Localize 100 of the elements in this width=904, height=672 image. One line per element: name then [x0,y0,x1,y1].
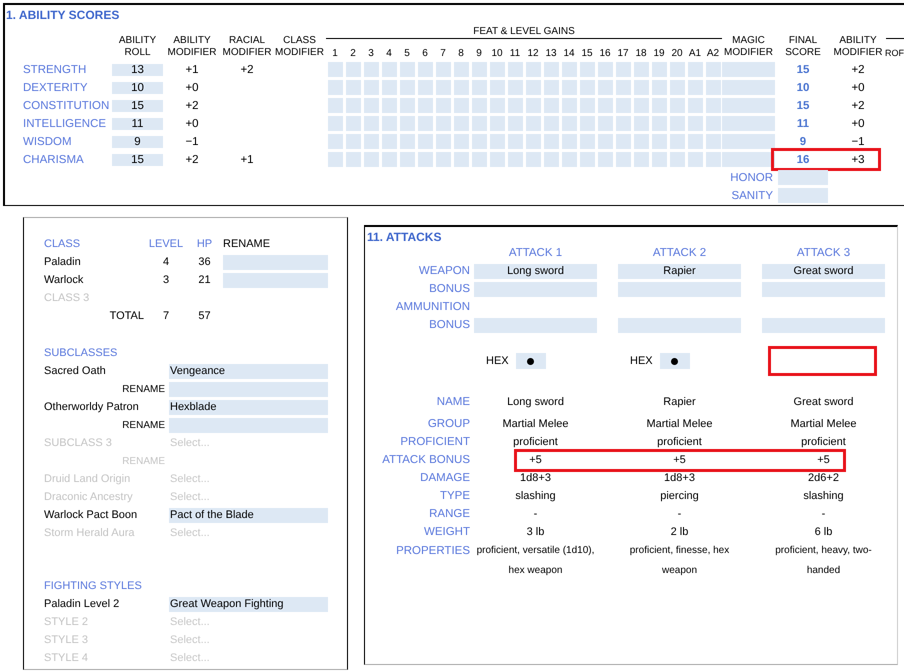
feat-cell[interactable] [454,62,469,77]
feat-cell[interactable] [562,98,577,113]
feat-cell[interactable] [436,116,451,131]
feat-cell[interactable] [544,98,559,113]
feat-cell[interactable] [670,62,685,77]
feat-cell[interactable] [490,152,505,167]
feat-cell[interactable] [580,134,595,149]
feat-cell[interactable] [472,62,487,77]
feat-cell[interactable] [400,98,415,113]
feat-cell[interactable] [346,152,361,167]
feat-cell[interactable] [580,152,595,167]
feat-cell[interactable] [382,134,397,149]
feat-cell[interactable] [544,152,559,167]
feat-cell[interactable] [346,62,361,77]
feat-cell[interactable] [634,134,649,149]
feat-cell[interactable] [634,62,649,77]
feat-cell[interactable] [652,134,667,149]
select-field[interactable]: Hexblade [169,400,328,414]
feat-cell[interactable] [652,98,667,113]
feat-cell[interactable] [490,134,505,149]
feat-cell[interactable] [616,152,631,167]
feat-cell[interactable] [580,98,595,113]
feat-cell[interactable] [364,116,379,131]
feat-cell[interactable] [598,62,613,77]
roll-field[interactable]: 10 [112,82,163,94]
input-field[interactable]: Rapier [618,264,741,278]
rename-field[interactable] [169,382,328,396]
feat-cell[interactable] [328,62,343,77]
feat-cell[interactable] [508,116,523,131]
feat-cell[interactable] [418,134,433,149]
feat-cell[interactable] [472,98,487,113]
feat-cell[interactable] [364,80,379,95]
feat-cell[interactable] [418,62,433,77]
feat-cell[interactable] [544,62,559,77]
feat-cell[interactable] [544,116,559,131]
feat-cell[interactable] [634,80,649,95]
feat-cell[interactable] [346,116,361,131]
feat-cell[interactable] [364,98,379,113]
feat-cell[interactable] [490,62,505,77]
feat-cell[interactable] [706,134,721,149]
feat-cell[interactable] [706,80,721,95]
feat-cell[interactable] [364,152,379,167]
feat-cell[interactable] [688,62,703,77]
feat-cell[interactable] [508,98,523,113]
feat-cell[interactable] [436,152,451,167]
feat-cell[interactable] [562,116,577,131]
feat-cell[interactable] [364,62,379,77]
roll-field[interactable]: 9 [112,136,163,148]
feat-cell[interactable] [616,134,631,149]
feat-cell[interactable] [544,134,559,149]
feat-cell[interactable] [688,80,703,95]
feat-cell[interactable] [328,116,343,131]
feat-cell[interactable] [598,80,613,95]
feat-cell[interactable] [472,80,487,95]
magic-field[interactable] [722,116,775,131]
feat-cell[interactable] [382,152,397,167]
roll-field[interactable]: 15 [112,154,163,166]
feat-cell[interactable] [544,80,559,95]
feat-cell[interactable] [562,134,577,149]
feat-cell[interactable] [616,62,631,77]
feat-cell[interactable] [436,62,451,77]
rename-field[interactable] [169,418,328,432]
feat-cell[interactable] [598,98,613,113]
feat-cell[interactable] [706,152,721,167]
feat-cell[interactable] [688,116,703,131]
input-field[interactable]: Long sword [474,264,597,278]
hex-checkbox[interactable] [660,353,690,369]
feat-cell[interactable] [634,152,649,167]
magic-field[interactable] [722,152,775,167]
feat-cell[interactable] [634,116,649,131]
input-field[interactable] [618,282,741,296]
feat-cell[interactable] [526,152,541,167]
feat-cell[interactable] [670,98,685,113]
feat-cell[interactable] [706,98,721,113]
feat-cell[interactable] [580,116,595,131]
feat-cell[interactable] [418,116,433,131]
feat-cell[interactable] [472,134,487,149]
input-field[interactable]: Great sword [762,264,885,278]
feat-cell[interactable] [364,134,379,149]
feat-cell[interactable] [454,134,469,149]
feat-cell[interactable] [418,152,433,167]
feat-cell[interactable] [472,152,487,167]
feat-cell[interactable] [670,80,685,95]
magic-field[interactable] [722,134,775,149]
feat-cell[interactable] [652,152,667,167]
feat-cell[interactable] [490,80,505,95]
feat-cell[interactable] [436,98,451,113]
feat-cell[interactable] [382,98,397,113]
feat-cell[interactable] [616,98,631,113]
feat-cell[interactable] [382,116,397,131]
feat-cell[interactable] [652,80,667,95]
feat-cell[interactable] [328,98,343,113]
feat-cell[interactable] [418,98,433,113]
feat-cell[interactable] [670,134,685,149]
feat-cell[interactable] [454,116,469,131]
feat-cell[interactable] [490,98,505,113]
feat-cell[interactable] [418,80,433,95]
feat-cell[interactable] [706,62,721,77]
feat-cell[interactable] [526,62,541,77]
feat-cell[interactable] [508,62,523,77]
